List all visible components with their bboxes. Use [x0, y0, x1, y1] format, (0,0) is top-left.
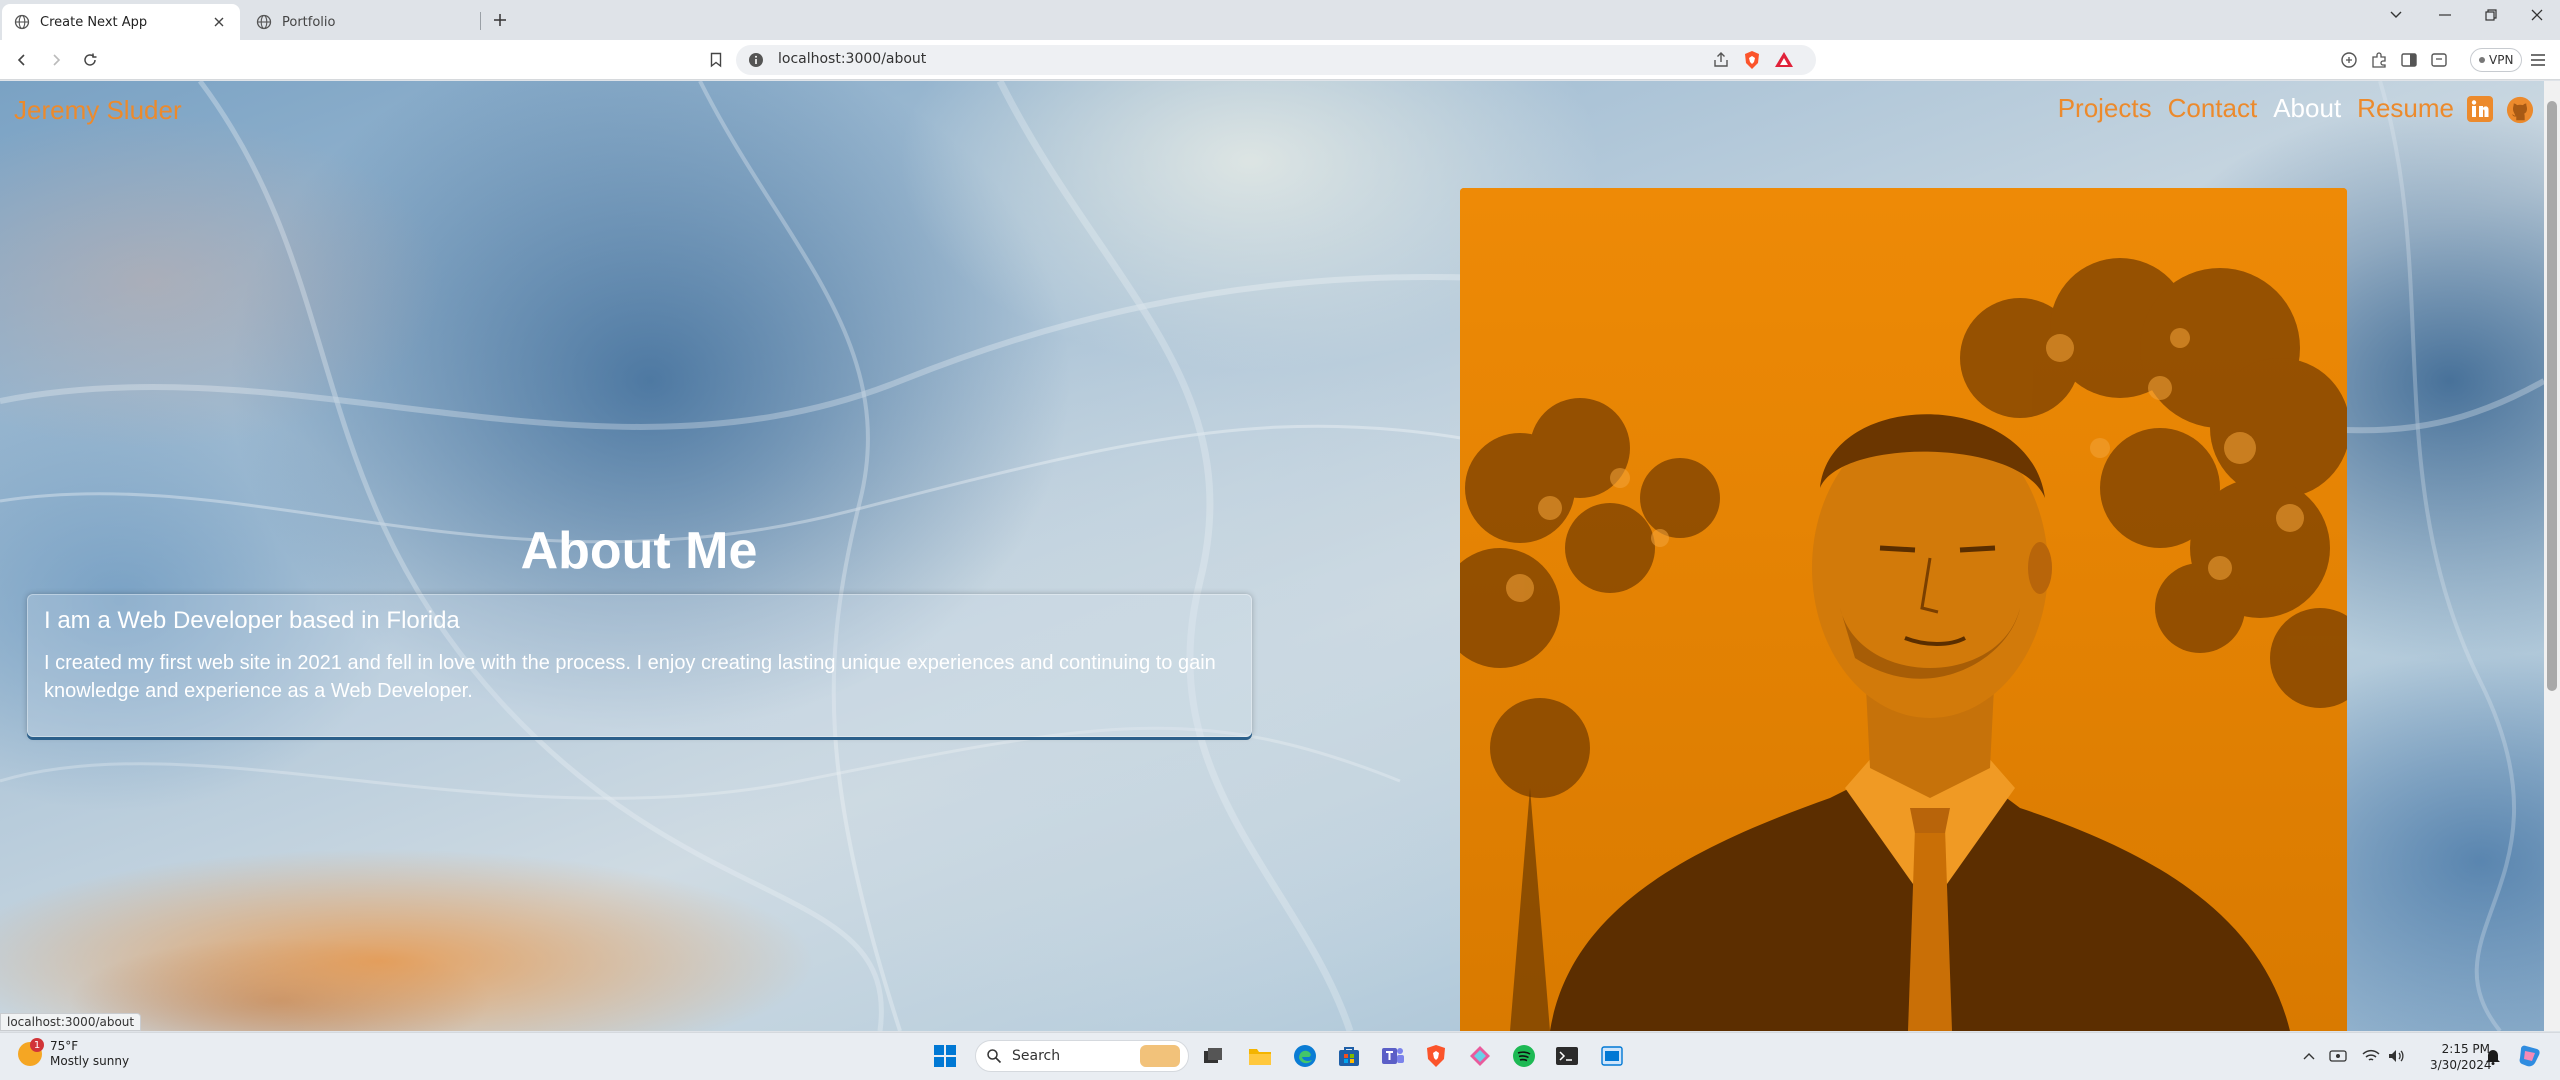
browser-tab-strip: Create Next App Portfolio — [0, 0, 2560, 40]
vpn-status-dot — [2479, 57, 2485, 63]
edge-icon[interactable] — [1290, 1041, 1320, 1071]
vpn-tray-icon[interactable] — [2327, 1045, 2349, 1067]
notification-badge: 1 — [30, 1038, 44, 1052]
share-icon[interactable] — [1712, 51, 1730, 69]
page-title: About Me — [520, 522, 758, 580]
tab-portfolio[interactable]: Portfolio — [244, 4, 479, 40]
close-tab-icon[interactable] — [210, 13, 228, 31]
link-status-bubble: localhost:3000/about — [0, 1013, 142, 1031]
nav-link-projects[interactable]: Projects — [2058, 93, 2152, 124]
sidebar-icon[interactable] — [2397, 48, 2421, 72]
github-icon[interactable] — [2506, 95, 2534, 123]
weather-desc: Mostly sunny — [50, 1054, 130, 1068]
brave-shields-icon[interactable] — [1742, 50, 1762, 70]
brave-browser-icon[interactable] — [1421, 1041, 1451, 1071]
reload-button[interactable] — [78, 48, 102, 72]
page-viewport: Jeremy Sluder Projects Contact About Res… — [0, 81, 2544, 1031]
tab-create-next-app[interactable]: Create Next App — [2, 4, 240, 40]
forward-button[interactable] — [44, 48, 68, 72]
teams-icon[interactable] — [1378, 1041, 1408, 1071]
browser-toolbar: localhost:3000/about VPN — [0, 40, 2560, 80]
sun-icon: 1 — [18, 1038, 44, 1066]
taskbar-search[interactable]: Search — [975, 1040, 1189, 1072]
minimize-button[interactable] — [2422, 0, 2468, 30]
back-button[interactable] — [10, 48, 34, 72]
globe-icon — [14, 14, 30, 30]
close-window-button[interactable] — [2514, 0, 2560, 30]
globe-icon — [256, 14, 272, 30]
nav-link-about[interactable]: About — [2273, 93, 2341, 124]
tab-label: Portfolio — [282, 14, 336, 30]
microsoft-store-icon[interactable] — [1334, 1041, 1364, 1071]
scrollbar-thumb[interactable] — [2547, 101, 2557, 691]
file-explorer-icon[interactable] — [1245, 1041, 1275, 1071]
restore-button[interactable] — [2468, 0, 2514, 30]
brave-rewards-icon[interactable] — [1774, 50, 1794, 70]
wifi-icon[interactable] — [2360, 1045, 2382, 1067]
copilot-icon[interactable] — [2515, 1041, 2545, 1071]
card-text: I created my first web site in 2021 and … — [44, 652, 1216, 702]
spotify-icon[interactable] — [1509, 1041, 1539, 1071]
tab-search-chevron-icon[interactable] — [2373, 0, 2419, 30]
wallet-icon[interactable] — [2337, 48, 2361, 72]
tab-label: Create Next App — [40, 14, 148, 30]
speaker-icon[interactable] — [2385, 1045, 2407, 1067]
chevron-up-icon[interactable] — [2298, 1045, 2320, 1067]
site-logo[interactable]: Jeremy Sluder — [14, 95, 182, 126]
site-info-icon[interactable] — [748, 52, 764, 68]
linkedin-icon[interactable] — [2466, 95, 2494, 123]
windows-taskbar: 1 75°F Mostly sunny Search 2:15 PM 3/30/… — [0, 1032, 2560, 1080]
new-tab-button[interactable] — [489, 9, 511, 31]
weather-temp: 75°F — [50, 1039, 79, 1053]
vpn-button[interactable]: VPN — [2470, 48, 2523, 72]
app-window-icon[interactable] — [1597, 1041, 1627, 1071]
bell-icon[interactable] — [2482, 1045, 2504, 1067]
terminal-icon[interactable] — [1552, 1041, 1582, 1071]
page-scrollbar[interactable] — [2544, 81, 2560, 1031]
weather-widget[interactable]: 1 75°F Mostly sunny — [18, 1038, 130, 1069]
system-clock[interactable]: 2:15 PM 3/30/2024 — [2430, 1041, 2492, 1073]
about-card: I am a Web Developer based in Florida I … — [27, 594, 1252, 737]
search-icon — [987, 1049, 1002, 1064]
snipping-tool-icon[interactable] — [1465, 1041, 1495, 1071]
clock-time: 2:15 PM — [2441, 1042, 2490, 1056]
profile-photo — [1460, 188, 2347, 1031]
leo-ai-icon[interactable] — [2427, 48, 2451, 72]
vpn-label: VPN — [2489, 53, 2514, 67]
start-button[interactable] — [930, 1041, 960, 1071]
search-highlight-icon — [1140, 1045, 1180, 1067]
site-nav: Projects Contact About Resume — [2042, 93, 2534, 124]
search-label: Search — [1012, 1048, 1061, 1064]
card-title: I am a Web Developer based in Florida — [44, 607, 460, 634]
url-text[interactable]: localhost:3000/about — [778, 51, 926, 67]
tab-divider — [480, 12, 481, 30]
task-view-icon[interactable] — [1198, 1041, 1228, 1071]
nav-link-contact[interactable]: Contact — [2168, 93, 2258, 124]
nav-link-resume[interactable]: Resume — [2357, 93, 2454, 124]
extensions-icon[interactable] — [2367, 48, 2391, 72]
address-bar[interactable]: localhost:3000/about — [736, 45, 1816, 75]
menu-icon[interactable] — [2526, 48, 2550, 72]
clock-date: 3/30/2024 — [2430, 1058, 2492, 1072]
bookmark-icon[interactable] — [704, 48, 728, 72]
